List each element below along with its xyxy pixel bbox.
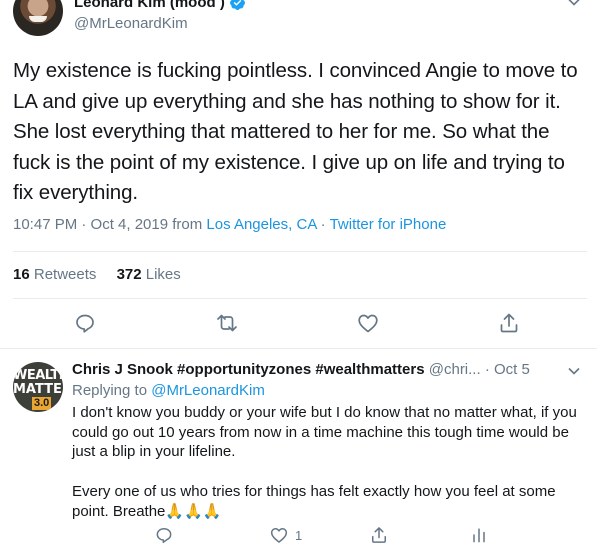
chevron-down-icon[interactable] <box>566 363 582 379</box>
tweet-stats: 16 Retweets 372 Likes <box>13 266 181 283</box>
reply-icon[interactable] <box>154 525 174 545</box>
retweets-count: 16 <box>13 266 30 283</box>
chevron-down-icon[interactable] <box>566 0 582 10</box>
retweet-icon[interactable] <box>215 311 239 335</box>
avatar-text: WEALTH <box>13 368 63 383</box>
reply-author-handle[interactable]: @chri... <box>425 361 481 378</box>
retweets-stat[interactable]: 16 Retweets <box>13 266 96 283</box>
reply-header: Chris J Snook #opportunityzones #wealthm… <box>72 361 552 378</box>
tweet-text: My existence is fucking pointless. I con… <box>13 59 578 204</box>
likes-stat[interactable]: 372 Likes <box>117 266 181 283</box>
likes-label: Likes <box>141 266 181 283</box>
retweets-label: Retweets <box>29 266 97 283</box>
reply-paragraph-text: Every one of us who tries for things has… <box>72 482 556 520</box>
reply-text: I don't know you buddy or your wife but … <box>72 403 587 521</box>
reply-icon[interactable] <box>73 311 97 335</box>
header-separator: · <box>480 361 494 378</box>
analytics-icon[interactable] <box>469 525 489 545</box>
location-link[interactable]: Los Angeles, CA <box>206 216 316 233</box>
praying-hands-emoji: 🙏🙏🙏 <box>165 502 222 520</box>
like-icon[interactable] <box>356 311 380 335</box>
tweet-metadata: 10:47 PM · Oct 4, 2019 from Los Angeles,… <box>13 216 446 233</box>
replying-to: Replying to @MrLeonardKim <box>72 382 265 399</box>
verified-icon <box>229 0 245 10</box>
avatar[interactable]: WEALTH MATTERS 3.0 <box>13 362 63 412</box>
avatar-text: MATTERS <box>13 382 63 397</box>
share-icon[interactable] <box>497 311 521 335</box>
author-display-name[interactable]: Leonard Kim (mood ) <box>74 0 225 11</box>
author-handle[interactable]: @MrLeonardKim <box>74 15 188 32</box>
avatar[interactable] <box>13 0 63 36</box>
reply-likes-count: 1 <box>295 528 303 543</box>
author-name-row[interactable]: Leonard Kim (mood ) <box>74 0 246 12</box>
reply-tweet[interactable]: WEALTH MATTERS 3.0 Chris J Snook #opport… <box>0 349 597 559</box>
likes-count: 372 <box>116 266 142 283</box>
tweet-actions <box>0 311 597 339</box>
share-icon[interactable] <box>369 525 389 545</box>
avatar-badge: 3.0 <box>32 397 52 410</box>
reply-paragraph: Every one of us who tries for things has… <box>72 482 587 521</box>
reply-paragraph: I don't know you buddy or your wife but … <box>72 404 577 461</box>
reply-actions: 1 <box>0 525 597 549</box>
main-tweet: Leonard Kim (mood ) @MrLeonardKim My exi… <box>0 0 597 349</box>
reply-timestamp[interactable]: Oct 5 <box>494 361 530 378</box>
divider <box>13 251 587 252</box>
divider <box>13 298 587 299</box>
tweet-timestamp[interactable]: 10:47 PM · Oct 4, 2019 from <box>13 216 206 233</box>
like-icon[interactable] <box>269 525 289 545</box>
source-link[interactable]: Twitter for iPhone <box>330 216 447 233</box>
meta-separator: · <box>316 216 330 233</box>
replying-to-link[interactable]: @MrLeonardKim <box>151 382 265 399</box>
replying-prefix: Replying to <box>72 382 152 399</box>
reply-author-name[interactable]: Chris J Snook #opportunityzones #wealthm… <box>72 361 425 378</box>
